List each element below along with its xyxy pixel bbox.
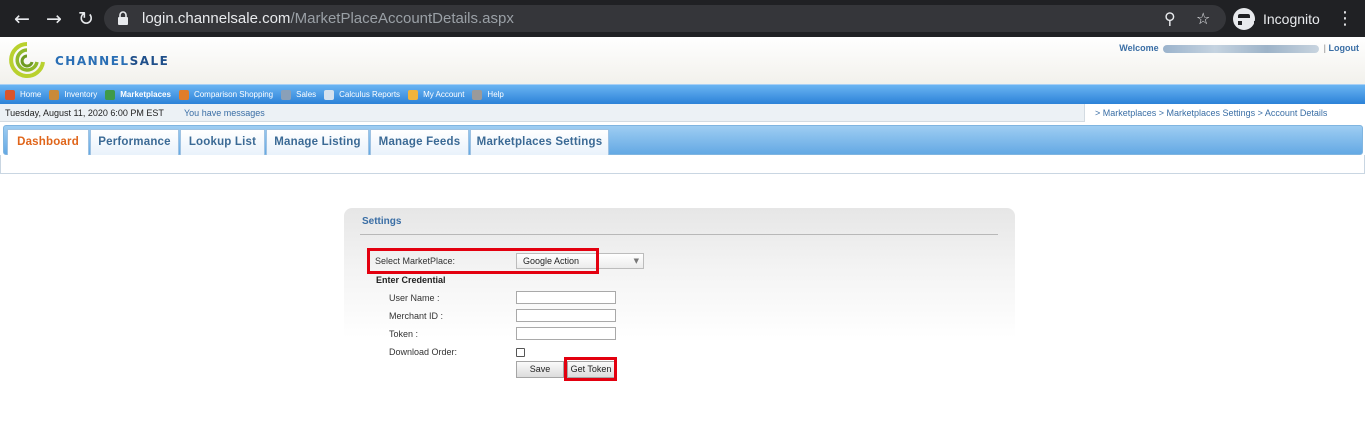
nav-item-label: Inventory xyxy=(64,90,98,99)
separator: | xyxy=(1323,43,1326,53)
nav-item-label: Sales xyxy=(296,90,317,99)
url-path: /MarketPlaceAccountDetails.aspx xyxy=(290,10,514,27)
basket-icon xyxy=(178,89,189,100)
download-order-label: Download Order: xyxy=(389,347,458,357)
current-date: Tuesday, August 11, 2020 6:00 PM EST xyxy=(5,108,164,118)
incognito-label: Incognito xyxy=(1263,10,1320,27)
enter-credential-heading: Enter Credential xyxy=(376,275,446,285)
sales-icon xyxy=(281,89,292,100)
back-icon[interactable]: ← xyxy=(9,6,35,32)
highlight-get-token xyxy=(564,357,617,381)
nav-item-help[interactable]: Help xyxy=(472,89,504,100)
merchant-id-input[interactable] xyxy=(516,309,616,322)
content-border-left xyxy=(0,155,1,173)
tab-bar: Dashboard Performance Lookup List Manage… xyxy=(3,125,1363,155)
token-input[interactable] xyxy=(516,327,616,340)
tab-manage-listing[interactable]: Manage Listing xyxy=(266,129,369,155)
welcome-area: Welcome | Logout xyxy=(1119,43,1359,53)
highlight-select-marketplace xyxy=(367,248,599,274)
nav-item-label: Marketplaces xyxy=(120,90,171,99)
save-button[interactable]: Save xyxy=(516,361,564,378)
user-name-input[interactable] xyxy=(516,291,616,304)
reload-icon[interactable]: ↻ xyxy=(73,6,99,32)
nav-item-label: Calculus Reports xyxy=(339,90,401,99)
chevron-down-icon: ▼ xyxy=(633,257,639,265)
merchant-id-label: Merchant ID : xyxy=(389,311,444,321)
help-icon xyxy=(472,89,483,100)
account-icon xyxy=(408,89,419,100)
token-label: Token : xyxy=(389,329,419,339)
logo-text: CHANNELSALE xyxy=(55,54,169,68)
user-name-label: User Name : xyxy=(389,293,440,303)
messages-link[interactable]: You have messages xyxy=(184,108,265,118)
logo-text-a: CHANNEL xyxy=(55,54,130,68)
url-text: login.channelsale.com/MarketPlaceAccount… xyxy=(142,5,514,32)
breadcrumb[interactable]: > Marketplaces > Marketplaces Settings >… xyxy=(1084,104,1365,122)
logout-link[interactable]: Logout xyxy=(1329,43,1360,53)
main-navigation: Home Inventory Marketplaces Comparison Shop… xyxy=(0,84,1365,104)
browser-toolbar: ← → ↻ login.channelsale.com/MarketPlaceA… xyxy=(0,0,1365,37)
nav-item-comparison-shopping[interactable]: Comparison Shopping xyxy=(178,89,274,100)
nav-item-label: Comparison Shopping xyxy=(193,90,274,99)
lock-icon xyxy=(118,11,128,25)
nav-item-home[interactable]: Home xyxy=(5,89,42,100)
content-border-bottom xyxy=(0,173,1365,174)
nav-item-label: Help xyxy=(487,90,504,99)
chart-icon xyxy=(324,89,335,100)
nav-item-label: Home xyxy=(20,90,42,99)
nav-item-sales[interactable]: Sales xyxy=(281,89,317,100)
download-order-checkbox[interactable] xyxy=(516,348,525,357)
nav-item-label: My Account xyxy=(423,90,465,99)
forward-icon[interactable]: → xyxy=(41,6,67,32)
inventory-icon xyxy=(49,89,60,100)
address-bar[interactable]: login.channelsale.com/MarketPlaceAccount… xyxy=(104,5,1226,32)
site-header: CHANNELSALE Welcome | Logout xyxy=(0,37,1365,84)
channelsale-logo[interactable]: CHANNELSALE xyxy=(7,40,197,80)
logo-text-b: SALE xyxy=(129,54,170,68)
tab-dashboard[interactable]: Dashboard xyxy=(7,129,89,155)
settings-title: Settings xyxy=(362,216,402,227)
zoom-icon[interactable]: ⚲ xyxy=(1164,5,1176,32)
redacted-email xyxy=(1163,44,1320,53)
logo-mark-icon xyxy=(9,42,45,78)
nav-item-calculus-reports[interactable]: Calculus Reports xyxy=(324,89,401,100)
kebab-menu-icon[interactable]: ⋮ xyxy=(1336,6,1354,32)
nav-item-marketplaces[interactable]: Marketplaces xyxy=(105,89,171,100)
url-host: login.channelsale.com xyxy=(142,10,291,27)
info-bar: Tuesday, August 11, 2020 6:00 PM EST You… xyxy=(0,104,1365,122)
globe-icon xyxy=(105,89,116,100)
incognito-indicator[interactable]: Incognito xyxy=(1233,5,1320,32)
home-icon xyxy=(5,89,15,100)
nav-item-my-account[interactable]: My Account xyxy=(408,89,465,100)
star-icon[interactable]: ☆ xyxy=(1196,5,1210,32)
settings-divider xyxy=(360,234,998,235)
tab-performance[interactable]: Performance xyxy=(90,129,179,155)
welcome-label: Welcome xyxy=(1119,43,1159,53)
tab-marketplaces-settings[interactable]: Marketplaces Settings xyxy=(470,129,609,155)
nav-item-inventory[interactable]: Inventory xyxy=(49,89,98,100)
incognito-icon xyxy=(1233,7,1258,30)
tab-lookup-list[interactable]: Lookup List xyxy=(180,129,265,155)
tab-manage-feeds[interactable]: Manage Feeds xyxy=(370,129,469,155)
